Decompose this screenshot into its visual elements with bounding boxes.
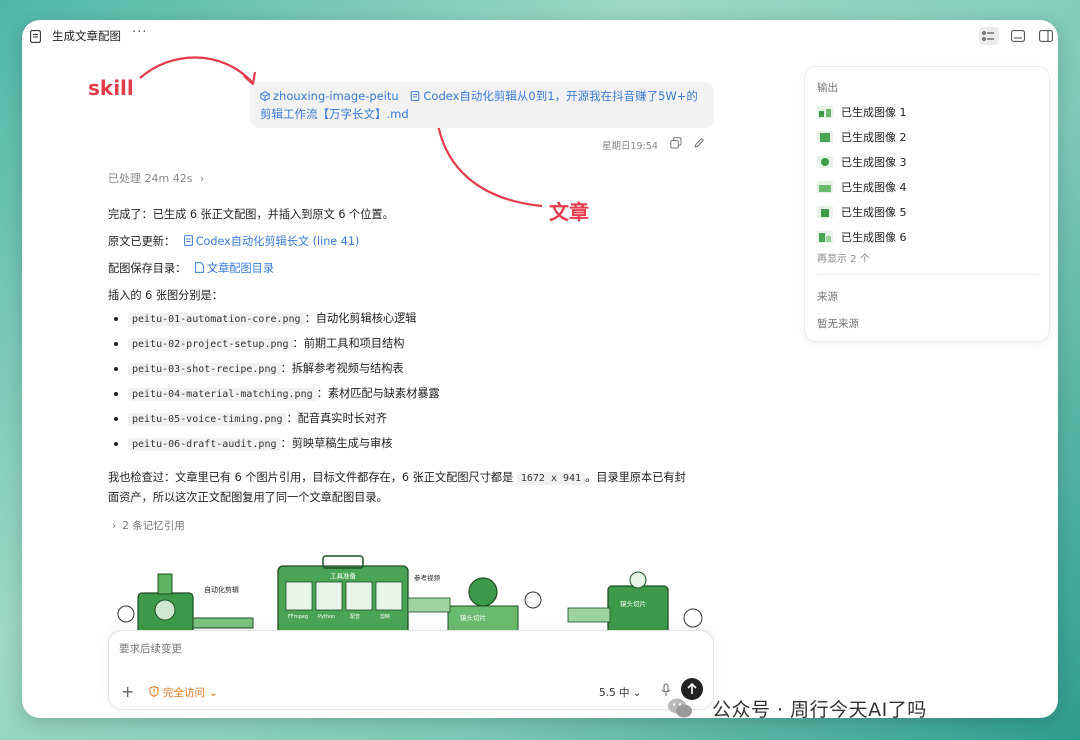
chevron-down-icon: ⌄: [209, 687, 218, 699]
shield-icon: [149, 686, 159, 697]
skill-annotation-label: skill: [88, 76, 134, 100]
output-image-label: 已生成图像 4: [841, 181, 907, 194]
updated-label: 原文已更新：: [108, 235, 176, 248]
illustration-label: 自动化剪辑: [204, 585, 239, 594]
source-section-title: 来源: [817, 291, 838, 303]
image-thumbnail: [817, 231, 833, 243]
file-name-code: peitu-03-shot-recipe.png: [128, 363, 281, 376]
inserted-image-list: peitu-01-automation-core.png ：自动化剪辑核心逻辑 p…: [108, 310, 440, 460]
output-image-label: 已生成图像 1: [841, 106, 907, 119]
message-composer: + 完全访问⌄ 5.5 中⌄: [108, 630, 714, 710]
file-name-code: peitu-05-voice-timing.png: [128, 413, 287, 426]
list-intro-text: 插入的 6 张图分别是：: [108, 289, 223, 302]
watermark-text: 公众号 · 周行今天AI了吗: [712, 699, 927, 718]
image-thumbnail: [817, 181, 833, 193]
illustration-label: Python: [318, 614, 335, 620]
no-source-text: 暂无来源: [817, 318, 859, 330]
check-text-start: 我也检查过：文章里已有 6 个图片引用，目标文件都存在，6 张正文配图尺寸都是: [108, 471, 517, 484]
output-image-item[interactable]: 已生成图像 1: [817, 104, 1037, 124]
output-panel: 输出 已生成图像 1 已生成图像 2 已生成图像 3 已生成图像 4 已生成图像…: [804, 66, 1050, 342]
save-dir-link[interactable]: 文章配图目录: [207, 262, 274, 275]
image-thumbnail: [817, 131, 833, 143]
chevron-right-icon: ›: [199, 172, 205, 185]
output-image-item[interactable]: 已生成图像 3: [817, 154, 1037, 174]
output-image-label: 已生成图像 6: [841, 231, 907, 244]
generated-illustration-preview: 自动化剪辑 工具准备 FFmpeg Python 配音 剪映 参考视频 镜头切片…: [108, 548, 714, 638]
illustration-label: 工具准备: [330, 571, 357, 580]
save-dir-label: 配图保存目录：: [108, 262, 187, 275]
copy-icon[interactable]: [670, 137, 682, 149]
list-item: peitu-03-shot-recipe.png ：拆解参考视频与结构表: [108, 360, 440, 385]
list-item: peitu-04-material-matching.png ：素材匹配与缺素材暴…: [108, 385, 440, 410]
save-dir-line: 配图保存目录： 文章配图目录: [108, 260, 274, 276]
show-more-button[interactable]: 再显示 2 个: [817, 250, 870, 265]
image-thumbnail: [817, 106, 833, 118]
file-description: ：素材匹配与缺素材暴露: [316, 387, 440, 400]
illustration-label: 镜头切片: [620, 599, 646, 608]
file-description: ：自动化剪辑核心逻辑: [304, 312, 417, 325]
chevron-right-icon: ›: [112, 520, 117, 532]
image-size-code: 1672 x 941: [516, 472, 586, 485]
file-name-code: peitu-04-material-matching.png: [128, 388, 317, 401]
illustration-artwork: 自动化剪辑 工具准备 FFmpeg Python 配音 剪映 参考视频 镜头切片…: [117, 555, 703, 638]
output-image-item[interactable]: 已生成图像 4: [817, 179, 1037, 199]
skill-name-chip[interactable]: zhouxing-image-peitu: [273, 89, 399, 103]
message-timestamp: 星期日19:54: [602, 141, 658, 152]
chevron-down-icon: ⌄: [632, 687, 642, 699]
file-name-code: peitu-01-automation-core.png: [128, 313, 305, 326]
output-image-item[interactable]: 已生成图像 6: [817, 229, 1037, 249]
updated-file-link[interactable]: Codex自动化剪辑长文 (line 41): [196, 235, 360, 248]
panel-divider: [817, 274, 1039, 275]
illustration-label: 参考视频: [414, 573, 441, 582]
file-icon: [194, 262, 204, 273]
access-mode-label: 完全访问: [163, 687, 205, 699]
add-attachment-button[interactable]: +: [121, 682, 134, 701]
app-window: 生成文章配图 ··· skill 文章 zhouxing-image-peitu…: [22, 20, 1058, 718]
processed-duration-toggle[interactable]: 已处理 24m 42s ›: [108, 170, 204, 186]
check-text-line2: 面资产，所以这次正文配图复用了同一个文章配图目录。: [108, 491, 388, 504]
output-image-label: 已生成图像 3: [841, 156, 907, 169]
list-item: peitu-05-voice-timing.png ：配音真实时长对齐: [108, 410, 440, 435]
file-doc-icon: [183, 235, 193, 246]
memory-references-label: 2 条记忆引用: [122, 520, 185, 532]
processed-duration-label: 已处理 24m 42s: [108, 172, 193, 185]
illustration-label: 镜头切片: [460, 613, 486, 622]
output-image-label: 已生成图像 5: [841, 206, 907, 219]
illustration-label: 配音: [350, 613, 360, 620]
article-annotation-label: 文章: [549, 200, 589, 224]
illustration-label: 剪映: [380, 613, 390, 620]
wechat-logo-icon: [668, 698, 692, 718]
image-thumbnail: [817, 156, 833, 168]
file-doc-icon: [411, 91, 420, 101]
file-description: ：剪映草稿生成与审核: [280, 437, 393, 450]
memory-references-toggle[interactable]: › 2 条记忆引用: [112, 518, 185, 533]
follow-up-input[interactable]: [119, 643, 619, 655]
access-mode-dropdown[interactable]: 完全访问 ⌄: [149, 685, 218, 700]
summary-text: 完成了：已生成 6 张正文配图，并插入到原文 6 个位置。: [108, 208, 394, 221]
output-image-label: 已生成图像 2: [841, 131, 907, 144]
illustration-label: FFmpeg: [288, 614, 308, 620]
image-thumbnail: [817, 206, 833, 218]
list-item: peitu-02-project-setup.png ：前期工具和项目结构: [108, 335, 440, 360]
file-name-code: peitu-06-draft-audit.png: [128, 438, 281, 451]
file-description: ：拆解参考视频与结构表: [280, 362, 404, 375]
check-text-end: 。目录里原本已有封: [585, 471, 686, 484]
output-image-item[interactable]: 已生成图像 5: [817, 204, 1037, 224]
output-section-title: 输出: [817, 82, 838, 94]
skill-cube-icon: [260, 91, 270, 101]
user-message-bubble: zhouxing-image-peitu Codex自动化剪辑从0到1，开源我在…: [250, 82, 714, 128]
model-label: 5.5 中: [599, 687, 630, 699]
edit-pencil-icon[interactable]: [693, 137, 705, 149]
file-description: ：配音真实时长对齐: [286, 412, 388, 425]
file-description: ：前期工具和项目结构: [292, 337, 405, 350]
updated-line: 原文已更新： Codex自动化剪辑长文 (line 41): [108, 233, 359, 249]
list-item: peitu-06-draft-audit.png ：剪映草稿生成与审核: [108, 435, 440, 460]
list-item: peitu-01-automation-core.png ：自动化剪辑核心逻辑: [108, 310, 440, 335]
check-paragraph: 我也检查过：文章里已有 6 个图片引用，目标文件都存在，6 张正文配图尺寸都是 …: [108, 468, 718, 507]
file-name-code: peitu-02-project-setup.png: [128, 338, 293, 351]
model-selector-dropdown[interactable]: 5.5 中 ⌄: [599, 685, 641, 700]
output-image-item[interactable]: 已生成图像 2: [817, 129, 1037, 149]
microphone-icon[interactable]: [661, 683, 671, 697]
